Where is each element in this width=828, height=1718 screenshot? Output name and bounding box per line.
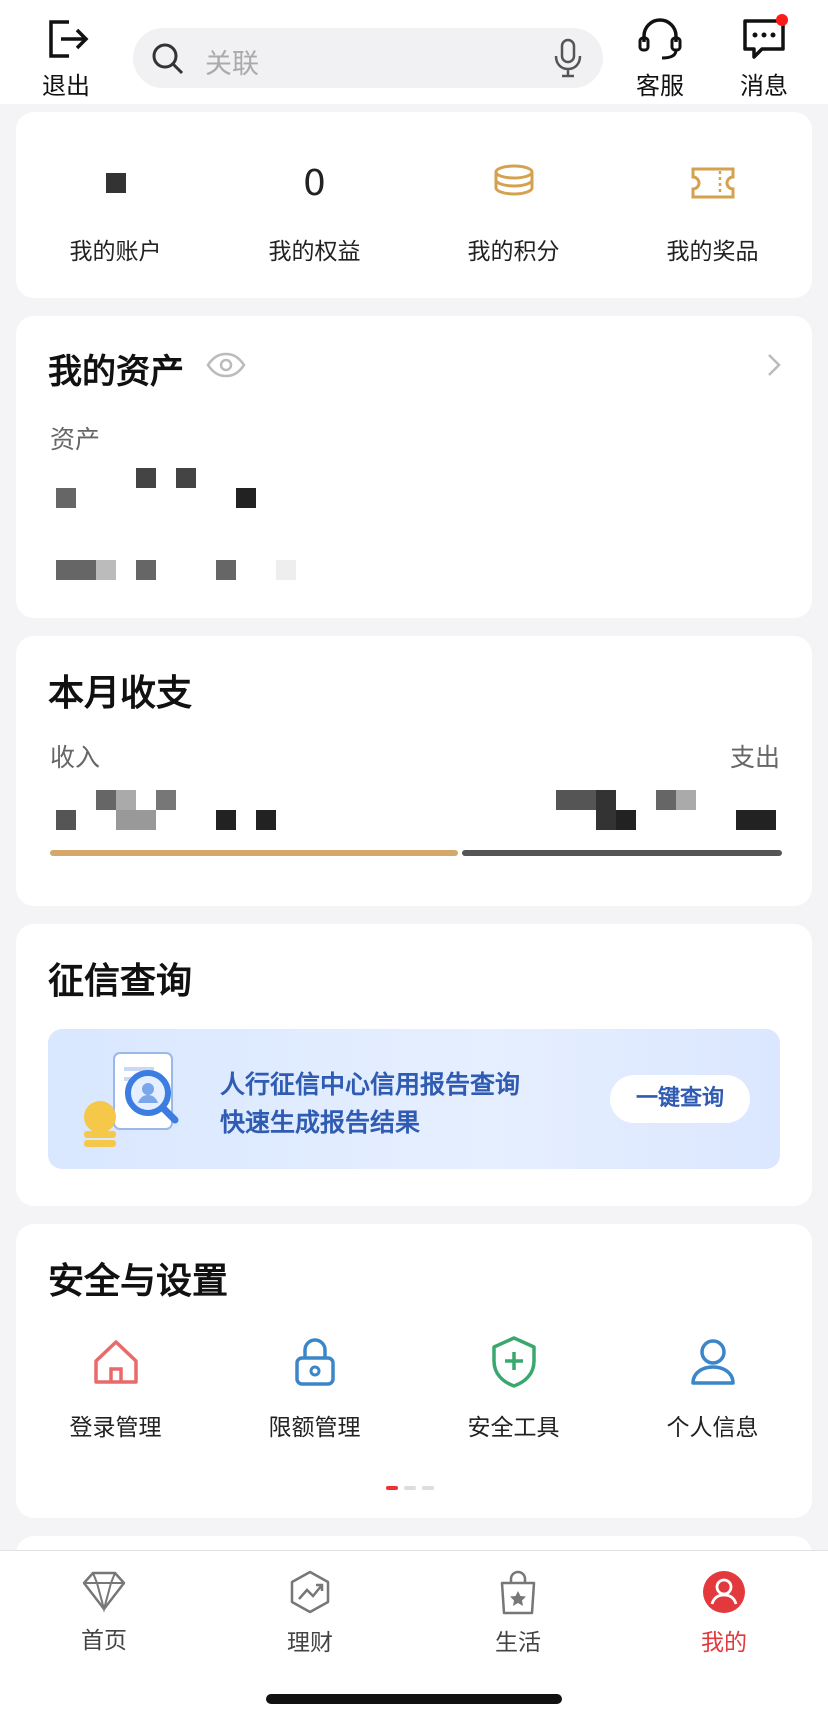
login-management-item[interactable]: 登录管理 — [16, 1334, 215, 1442]
ticket-icon — [691, 167, 734, 199]
login-management-label: 登录管理 — [69, 1415, 162, 1441]
logout-button[interactable]: 退出 — [26, 16, 106, 101]
my-prizes-item[interactable]: 我的奖品 — [613, 112, 812, 298]
my-points-label: 我的积分 — [467, 239, 560, 265]
credit-banner[interactable]: 人行征信中心信用报告查询 快速生成报告结果 一键查询 — [48, 1029, 780, 1169]
my-prizes-label: 我的奖品 — [666, 239, 759, 265]
personal-info-item[interactable]: 个人信息 — [613, 1334, 812, 1442]
top-bar: 退出 关联 客服 消息 — [0, 0, 828, 104]
logout-label: 退出 — [42, 72, 90, 100]
tab-home[interactable]: 首页 — [44, 1569, 164, 1655]
masked-detail — [56, 560, 356, 580]
my-rights-item[interactable]: 0 我的权益 — [215, 112, 414, 298]
headset-icon — [638, 18, 682, 60]
search-input[interactable]: 关联 — [205, 42, 259, 81]
monthly-title: 本月收支 — [48, 673, 193, 714]
credit-line-1: 人行征信中心信用报告查询 — [220, 1070, 521, 1099]
tab-wealth[interactable]: 理财 — [250, 1569, 370, 1657]
masked-value — [105, 173, 126, 193]
masked-balance — [56, 468, 256, 508]
assets-title: 我的资产 — [48, 352, 184, 392]
credit-title: 征信查询 — [48, 961, 193, 1002]
home-icon — [93, 1340, 138, 1384]
shield-plus-icon — [491, 1336, 536, 1388]
search-icon — [152, 43, 184, 75]
tab-home-label: 首页 — [81, 1628, 127, 1654]
expense-bar — [462, 850, 782, 856]
assets-subtitle: 资产 — [50, 425, 101, 454]
monthly-balance-card[interactable]: 本月收支 收入 支出 — [16, 636, 812, 906]
logout-icon — [49, 20, 89, 58]
assets-card[interactable]: 我的资产 资产 — [16, 316, 812, 618]
quick-links-card: 我的账户 0 我的权益 我的积分 我的奖品 — [16, 112, 812, 298]
message-label: 消息 — [740, 72, 788, 100]
coins-icon — [494, 164, 533, 196]
tab-life-label: 生活 — [495, 1630, 541, 1656]
service-label: 客服 — [636, 72, 684, 100]
person-icon — [690, 1339, 735, 1385]
chart-icon — [290, 1570, 330, 1614]
security-tools-item[interactable]: 安全工具 — [414, 1334, 613, 1442]
expense-label: 支出 — [729, 743, 780, 772]
page-dot-active — [386, 1486, 398, 1490]
microphone-icon[interactable] — [553, 38, 583, 78]
page-dot — [404, 1486, 416, 1490]
credit-line-2: 快速生成报告结果 — [220, 1108, 421, 1137]
eye-icon[interactable] — [206, 352, 246, 378]
income-label: 收入 — [50, 743, 101, 772]
page-indicator — [386, 1486, 434, 1490]
my-account-label: 我的账户 — [69, 239, 162, 265]
limit-management-label: 限额管理 — [268, 1415, 361, 1441]
masked-expense — [556, 790, 786, 830]
diamond-icon — [82, 1571, 126, 1613]
report-search-icon — [84, 1052, 179, 1147]
personal-info-label: 个人信息 — [666, 1415, 759, 1441]
customer-service-button[interactable]: 客服 — [620, 16, 700, 101]
home-indicator — [266, 1694, 562, 1704]
user-icon — [703, 1571, 745, 1613]
search-bar[interactable]: 关联 — [133, 28, 603, 88]
security-tools-label: 安全工具 — [467, 1415, 560, 1441]
tab-mine[interactable]: 我的 — [664, 1569, 784, 1657]
bag-icon — [500, 1570, 536, 1615]
page-dot — [422, 1486, 434, 1490]
security-settings-card: 安全与设置 登录管理 限额管理 安全工具 个人信息 — [16, 1224, 812, 1518]
credit-query-card: 征信查询 人行征信中心信用报告查询 快速生成报告结果 一键查询 — [16, 924, 812, 1206]
income-bar — [50, 850, 458, 856]
my-account-item[interactable]: 我的账户 — [16, 112, 215, 298]
messages-button[interactable]: 消息 — [724, 14, 804, 101]
limit-management-item[interactable]: 限额管理 — [215, 1334, 414, 1442]
tab-life[interactable]: 生活 — [458, 1569, 578, 1657]
security-title: 安全与设置 — [48, 1261, 229, 1302]
chevron-right-icon[interactable] — [766, 352, 782, 378]
one-click-query-button[interactable]: 一键查询 — [610, 1075, 750, 1123]
unread-badge — [776, 14, 788, 26]
tab-wealth-label: 理财 — [287, 1630, 333, 1656]
tab-mine-label: 我的 — [701, 1630, 747, 1656]
rights-count: 0 — [303, 162, 326, 204]
my-points-item[interactable]: 我的积分 — [414, 112, 613, 298]
bottom-tab-bar: 首页 理财 生活 我的 — [0, 1550, 828, 1718]
lock-icon — [294, 1338, 335, 1386]
my-rights-label: 我的权益 — [268, 239, 361, 265]
masked-income — [56, 790, 296, 830]
